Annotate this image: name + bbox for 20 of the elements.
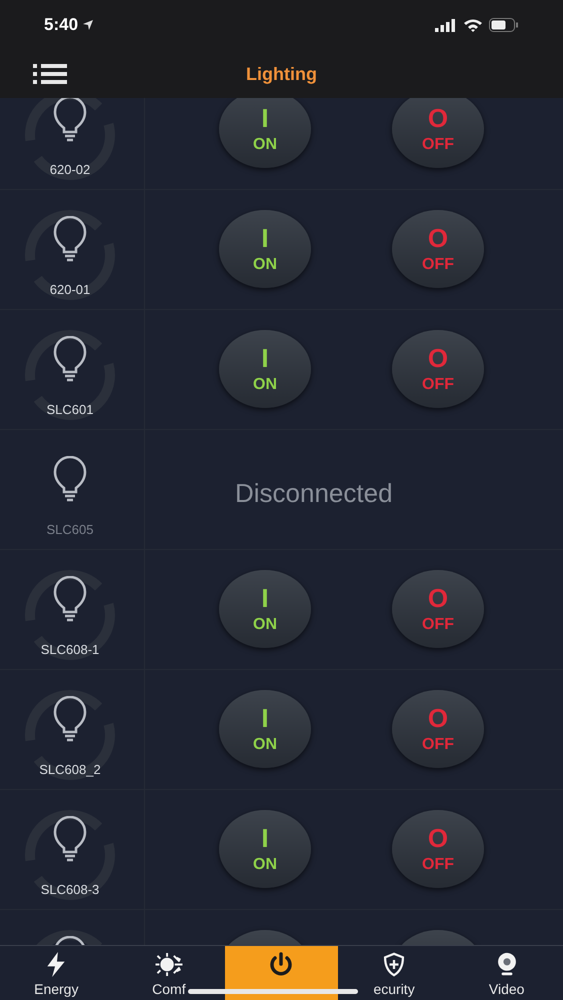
on-button[interactable]: I ON	[219, 570, 311, 648]
device-name: 620-01	[48, 281, 92, 299]
device-name: SLC608-3	[40, 881, 100, 899]
on-button[interactable]: I ON	[219, 210, 311, 288]
device-name: SLC601	[46, 401, 94, 419]
device-name: SLC608-1	[40, 641, 100, 659]
tab[interactable]: Video	[450, 946, 563, 1000]
page-title: Lighting	[246, 62, 317, 86]
on-button[interactable]: I ON	[219, 330, 311, 408]
status-text: Disconnected	[235, 477, 393, 510]
device-name: SLC608_2	[38, 761, 102, 779]
device-name: 620-02	[48, 161, 92, 179]
tab[interactable]: Energy	[0, 946, 113, 1000]
on-button[interactable]: I ON	[219, 98, 311, 168]
tab[interactable]: Comf	[112, 946, 226, 1000]
on-button[interactable]: I ON	[219, 810, 311, 888]
device-name: SLC605	[46, 521, 94, 539]
on-button[interactable]: I ON	[219, 690, 311, 768]
tab[interactable]: ecurity	[338, 946, 450, 1000]
status-time: 5:40	[44, 14, 78, 36]
